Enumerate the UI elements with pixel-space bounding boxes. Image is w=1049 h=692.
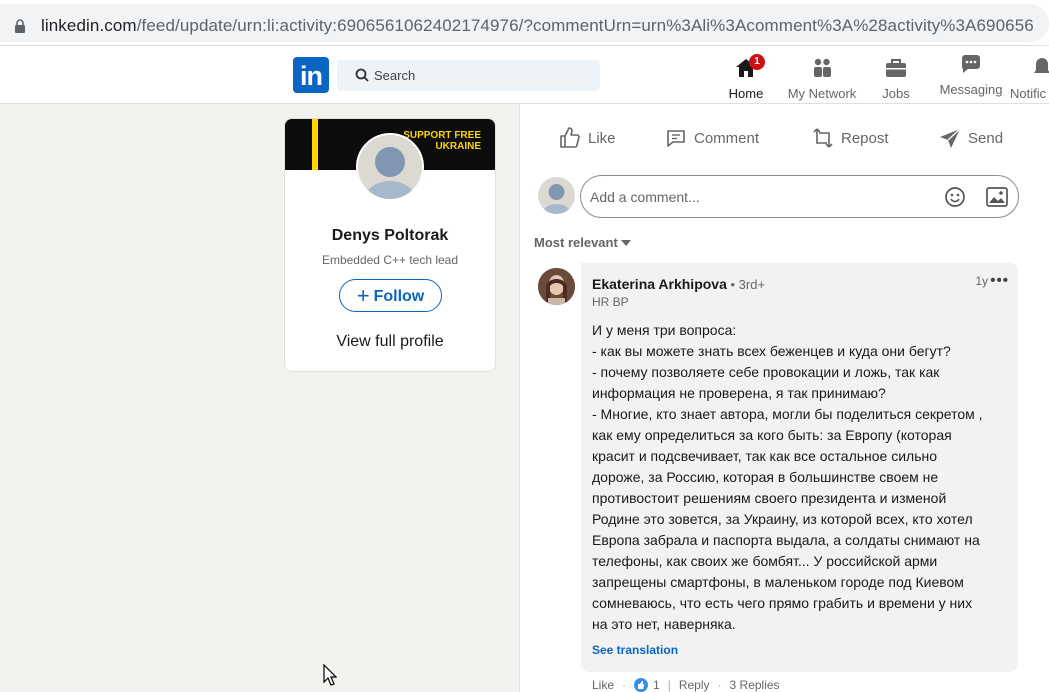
comment-like-button[interactable]: Like [592, 678, 614, 692]
person-placeholder-icon [364, 147, 416, 199]
thumbs-up-icon [560, 127, 580, 148]
browser-address-bar: linkedin.com/feed/update/urn:li:activity… [0, 0, 1049, 46]
comment-author-role: HR BP [592, 295, 629, 309]
commenter-photo [538, 268, 575, 305]
send-button[interactable]: Send [938, 124, 1003, 152]
follow-label: Follow [373, 287, 425, 305]
caret-down-icon [620, 239, 631, 246]
profile-headline: Embedded C++ tech lead [321, 253, 459, 267]
comment-footer: Like · 1 | Reply · 3 Replies [592, 678, 780, 692]
briefcase-icon [886, 59, 906, 77]
send-icon [940, 128, 961, 148]
footer-dot: · [622, 678, 627, 692]
nav-messaging-label: Messaging [939, 82, 1003, 97]
nav-notifications-label: Notific [1010, 86, 1047, 101]
reply-button[interactable]: Reply [679, 678, 710, 692]
url-text: linkedin.com/feed/update/urn:li:activity… [41, 16, 1034, 36]
comment-label: Comment [694, 129, 760, 147]
nav-home-label: Home [728, 86, 764, 101]
top-navigation: in 1 Home My Network Jobs Messaging Noti… [0, 46, 1049, 106]
profile-avatar[interactable] [356, 133, 424, 201]
more-options-icon[interactable]: ••• [990, 272, 1009, 289]
repost-icon [813, 128, 833, 148]
comment-input[interactable] [590, 176, 930, 217]
post-detail-panel: Like Comment Repost Send Most relevant E… [519, 104, 1049, 692]
nav-notifications[interactable]: Notific [1010, 52, 1049, 102]
footer-divider: | [667, 678, 671, 692]
replies-link[interactable]: 3 Replies [730, 678, 780, 692]
emoji-icon[interactable] [944, 186, 966, 208]
bell-icon [1034, 58, 1049, 73]
current-user-avatar [538, 177, 575, 214]
comment-button[interactable]: Comment [664, 124, 759, 152]
nav-my-network-label: My Network [787, 86, 857, 101]
search-input[interactable] [374, 60, 584, 91]
url-domain: linkedin.com [41, 16, 137, 35]
author-profile-card: SUPPORT FREE UKRAINE Denys Poltorak Embed… [284, 118, 496, 372]
linkedin-logo-icon[interactable]: in [293, 57, 329, 93]
profile-name[interactable]: Denys Poltorak [285, 227, 495, 245]
url-path: /feed/update/urn:li:activity:69065610624… [136, 16, 1034, 35]
url-field[interactable]: linkedin.com/feed/update/urn:li:activity… [0, 4, 1049, 42]
nav-my-network[interactable]: My Network [785, 52, 859, 102]
comment-author[interactable]: Ekaterina Arkhipova • 3rd+ [592, 276, 765, 292]
comment-bubble: Ekaterina Arkhipova • 3rd+ HR BP 1y ••• … [581, 263, 1018, 672]
search-icon [355, 68, 369, 82]
comment-like-count[interactable]: 1 [653, 678, 660, 692]
view-full-profile-link[interactable]: View full profile [285, 333, 495, 351]
connection-degree: • 3rd+ [726, 277, 766, 292]
person-placeholder-icon [541, 184, 572, 214]
follow-button[interactable]: + Follow [339, 279, 442, 312]
plus-icon: + [356, 282, 370, 308]
comment-icon [667, 130, 685, 147]
comment-text: И у меня три вопроса: - как вы можете зн… [592, 322, 983, 632]
footer-dot: · [717, 678, 722, 692]
nav-home[interactable]: 1 Home [709, 52, 783, 106]
sort-dropdown[interactable]: Most relevant [534, 235, 631, 250]
see-translation-link[interactable]: See translation [592, 643, 678, 657]
banner-stripe [312, 119, 318, 170]
nav-jobs-label: Jobs [882, 86, 910, 101]
sort-label: Most relevant [534, 235, 618, 250]
people-icon [814, 58, 831, 77]
add-comment-box[interactable] [580, 175, 1019, 218]
like-reaction-icon [634, 678, 649, 692]
repost-button[interactable]: Repost [811, 124, 889, 152]
like-button[interactable]: Like [558, 124, 616, 152]
commenter-avatar[interactable] [538, 268, 575, 305]
chat-icon [962, 55, 980, 73]
nav-messaging[interactable]: Messaging [937, 48, 1005, 98]
nav-jobs[interactable]: Jobs [866, 52, 926, 102]
notification-badge: 1 [749, 54, 765, 70]
repost-label: Repost [841, 129, 889, 147]
send-label: Send [968, 129, 1004, 147]
image-icon[interactable] [986, 187, 1008, 207]
comment-timestamp: 1y [975, 274, 988, 288]
search-box[interactable] [337, 60, 600, 91]
like-label: Like [588, 129, 616, 147]
lock-icon [15, 19, 25, 33]
mouse-cursor-icon [323, 664, 337, 686]
